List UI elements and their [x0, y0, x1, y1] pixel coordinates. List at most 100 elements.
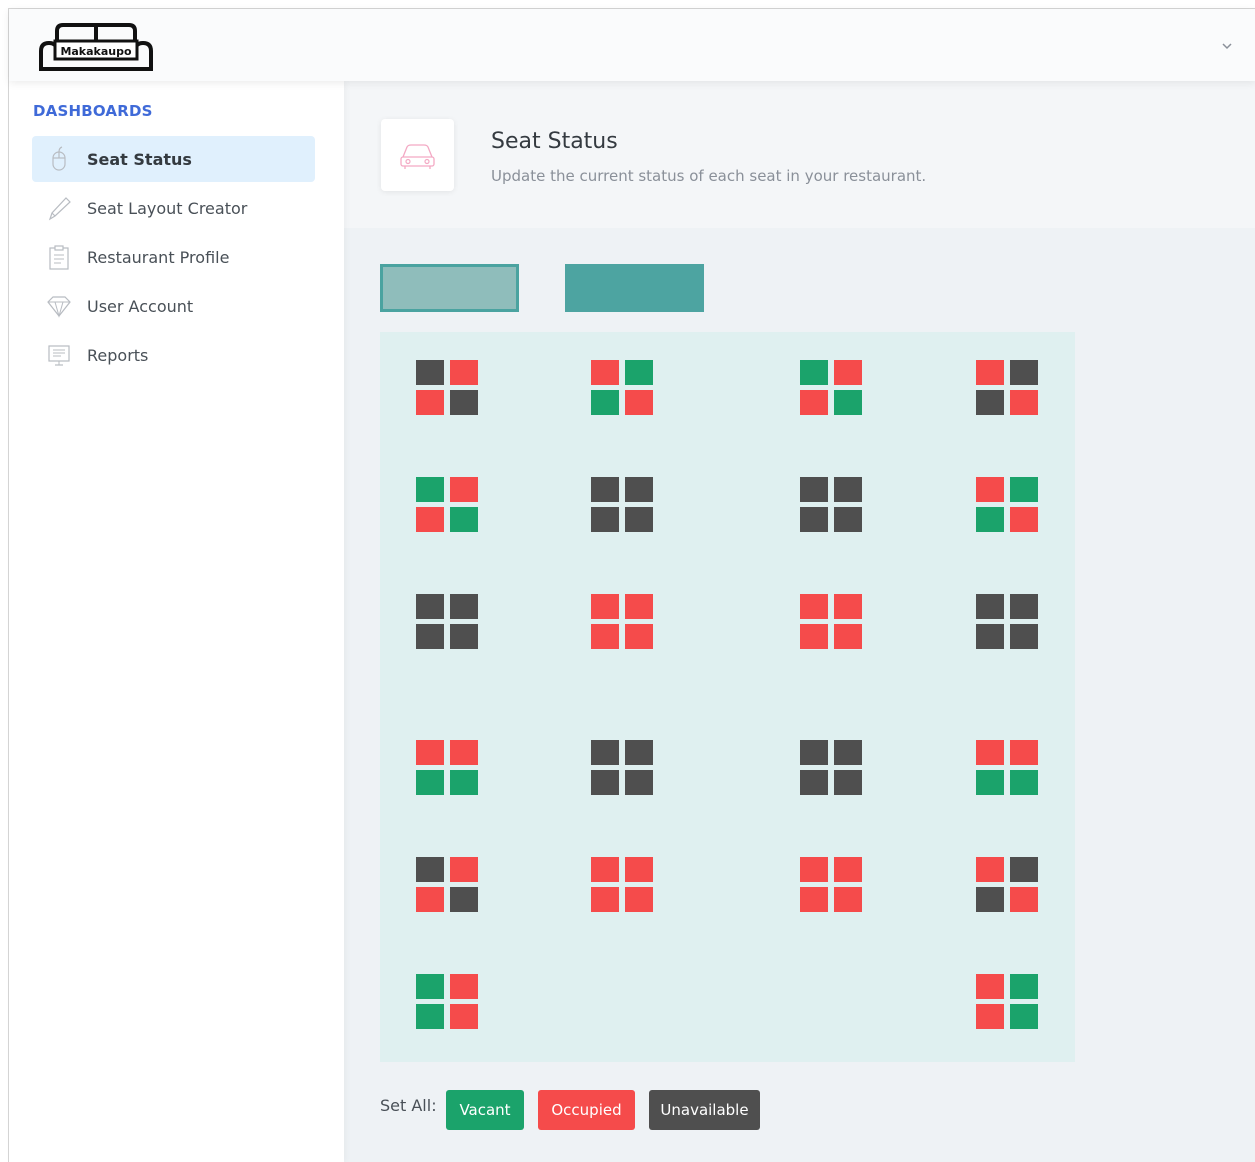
seat-unavailable[interactable] [1010, 857, 1038, 882]
sidebar-item-restaurant-profile[interactable]: Restaurant Profile [32, 234, 315, 280]
set-all-unavailable-button[interactable]: Unavailable [649, 1090, 760, 1130]
seat-occupied[interactable] [976, 857, 1004, 882]
seat-unavailable[interactable] [834, 740, 862, 765]
seat-unavailable[interactable] [416, 624, 444, 649]
seat-occupied[interactable] [450, 740, 478, 765]
seat-occupied[interactable] [1010, 390, 1038, 415]
seat-unavailable[interactable] [800, 477, 828, 502]
seat-vacant[interactable] [416, 477, 444, 502]
seat-unavailable[interactable] [976, 624, 1004, 649]
seat-vacant[interactable] [976, 507, 1004, 532]
seat-occupied[interactable] [1010, 507, 1038, 532]
seat-occupied[interactable] [976, 740, 1004, 765]
seat-unavailable[interactable] [800, 507, 828, 532]
seat-occupied[interactable] [800, 594, 828, 619]
seat-occupied[interactable] [976, 360, 1004, 385]
seat-unavailable[interactable] [450, 390, 478, 415]
seat-unavailable[interactable] [416, 360, 444, 385]
seat-occupied[interactable] [450, 1004, 478, 1029]
seat-occupied[interactable] [450, 477, 478, 502]
seat-vacant[interactable] [450, 507, 478, 532]
seat-vacant[interactable] [416, 1004, 444, 1029]
seat-unavailable[interactable] [450, 887, 478, 912]
sidebar-item-seat-status[interactable]: Seat Status [32, 136, 315, 182]
seat-unavailable[interactable] [625, 770, 653, 795]
seat-unavailable[interactable] [591, 770, 619, 795]
seat-occupied[interactable] [976, 1004, 1004, 1029]
seat-occupied[interactable] [450, 974, 478, 999]
seat-occupied[interactable] [450, 360, 478, 385]
chevron-down-icon[interactable] [1221, 39, 1233, 51]
seat-occupied[interactable] [834, 887, 862, 912]
seat-unavailable[interactable] [591, 740, 619, 765]
seat-unavailable[interactable] [800, 740, 828, 765]
seat-occupied[interactable] [800, 390, 828, 415]
seat-occupied[interactable] [416, 507, 444, 532]
seat-occupied[interactable] [834, 624, 862, 649]
seat-vacant[interactable] [1010, 477, 1038, 502]
seat-unavailable[interactable] [1010, 360, 1038, 385]
makakaupo-logo[interactable]: Makakaupo [37, 17, 155, 75]
seat-occupied[interactable] [625, 887, 653, 912]
seat-occupied[interactable] [416, 390, 444, 415]
seat-vacant[interactable] [976, 770, 1004, 795]
seat-unavailable[interactable] [1010, 624, 1038, 649]
seat-vacant[interactable] [800, 360, 828, 385]
seat-occupied[interactable] [591, 887, 619, 912]
seat-occupied[interactable] [625, 857, 653, 882]
seat-unavailable[interactable] [416, 594, 444, 619]
seat-occupied[interactable] [625, 594, 653, 619]
seat-vacant[interactable] [1010, 1004, 1038, 1029]
seat-occupied[interactable] [450, 857, 478, 882]
seat-occupied[interactable] [416, 887, 444, 912]
seat-vacant[interactable] [416, 770, 444, 795]
seat-occupied[interactable] [1010, 887, 1038, 912]
seat-occupied[interactable] [976, 477, 1004, 502]
seat-unavailable[interactable] [625, 477, 653, 502]
sidebar-item-reports[interactable]: Reports [32, 332, 315, 378]
seat-unavailable[interactable] [416, 857, 444, 882]
seat-unavailable[interactable] [976, 390, 1004, 415]
seat-unavailable[interactable] [625, 740, 653, 765]
seat-occupied[interactable] [591, 594, 619, 619]
seat-vacant[interactable] [591, 390, 619, 415]
seat-unavailable[interactable] [450, 594, 478, 619]
seat-occupied[interactable] [800, 887, 828, 912]
seat-unavailable[interactable] [834, 770, 862, 795]
seat-unavailable[interactable] [591, 477, 619, 502]
seat-unavailable[interactable] [976, 594, 1004, 619]
seat-vacant[interactable] [625, 360, 653, 385]
seat-occupied[interactable] [591, 857, 619, 882]
seat-occupied[interactable] [976, 974, 1004, 999]
seat-unavailable[interactable] [976, 887, 1004, 912]
seat-occupied[interactable] [1010, 740, 1038, 765]
seat-vacant[interactable] [450, 770, 478, 795]
seat-unavailable[interactable] [450, 624, 478, 649]
seat-occupied[interactable] [800, 857, 828, 882]
seat-occupied[interactable] [416, 740, 444, 765]
seat-occupied[interactable] [834, 857, 862, 882]
seat-unavailable[interactable] [1010, 594, 1038, 619]
seat-unavailable[interactable] [800, 770, 828, 795]
seat-occupied[interactable] [834, 594, 862, 619]
seat-unavailable[interactable] [834, 507, 862, 532]
seat-occupied[interactable] [800, 624, 828, 649]
set-all-occupied-button[interactable]: Occupied [538, 1090, 635, 1130]
seat-occupied[interactable] [834, 360, 862, 385]
floor-tab-1[interactable] [380, 264, 519, 312]
seat-vacant[interactable] [834, 390, 862, 415]
seat-unavailable[interactable] [625, 507, 653, 532]
sidebar-item-seat-layout-creator[interactable]: Seat Layout Creator [32, 185, 315, 231]
seat-occupied[interactable] [591, 360, 619, 385]
seat-unavailable[interactable] [834, 477, 862, 502]
seat-occupied[interactable] [625, 390, 653, 415]
sidebar-item-user-account[interactable]: User Account [32, 283, 315, 329]
seat-vacant[interactable] [1010, 770, 1038, 795]
seat-vacant[interactable] [416, 974, 444, 999]
seat-vacant[interactable] [1010, 974, 1038, 999]
seat-unavailable[interactable] [591, 507, 619, 532]
set-all-vacant-button[interactable]: Vacant [446, 1090, 524, 1130]
seat-occupied[interactable] [591, 624, 619, 649]
floor-tab-2[interactable] [565, 264, 704, 312]
seat-occupied[interactable] [625, 624, 653, 649]
